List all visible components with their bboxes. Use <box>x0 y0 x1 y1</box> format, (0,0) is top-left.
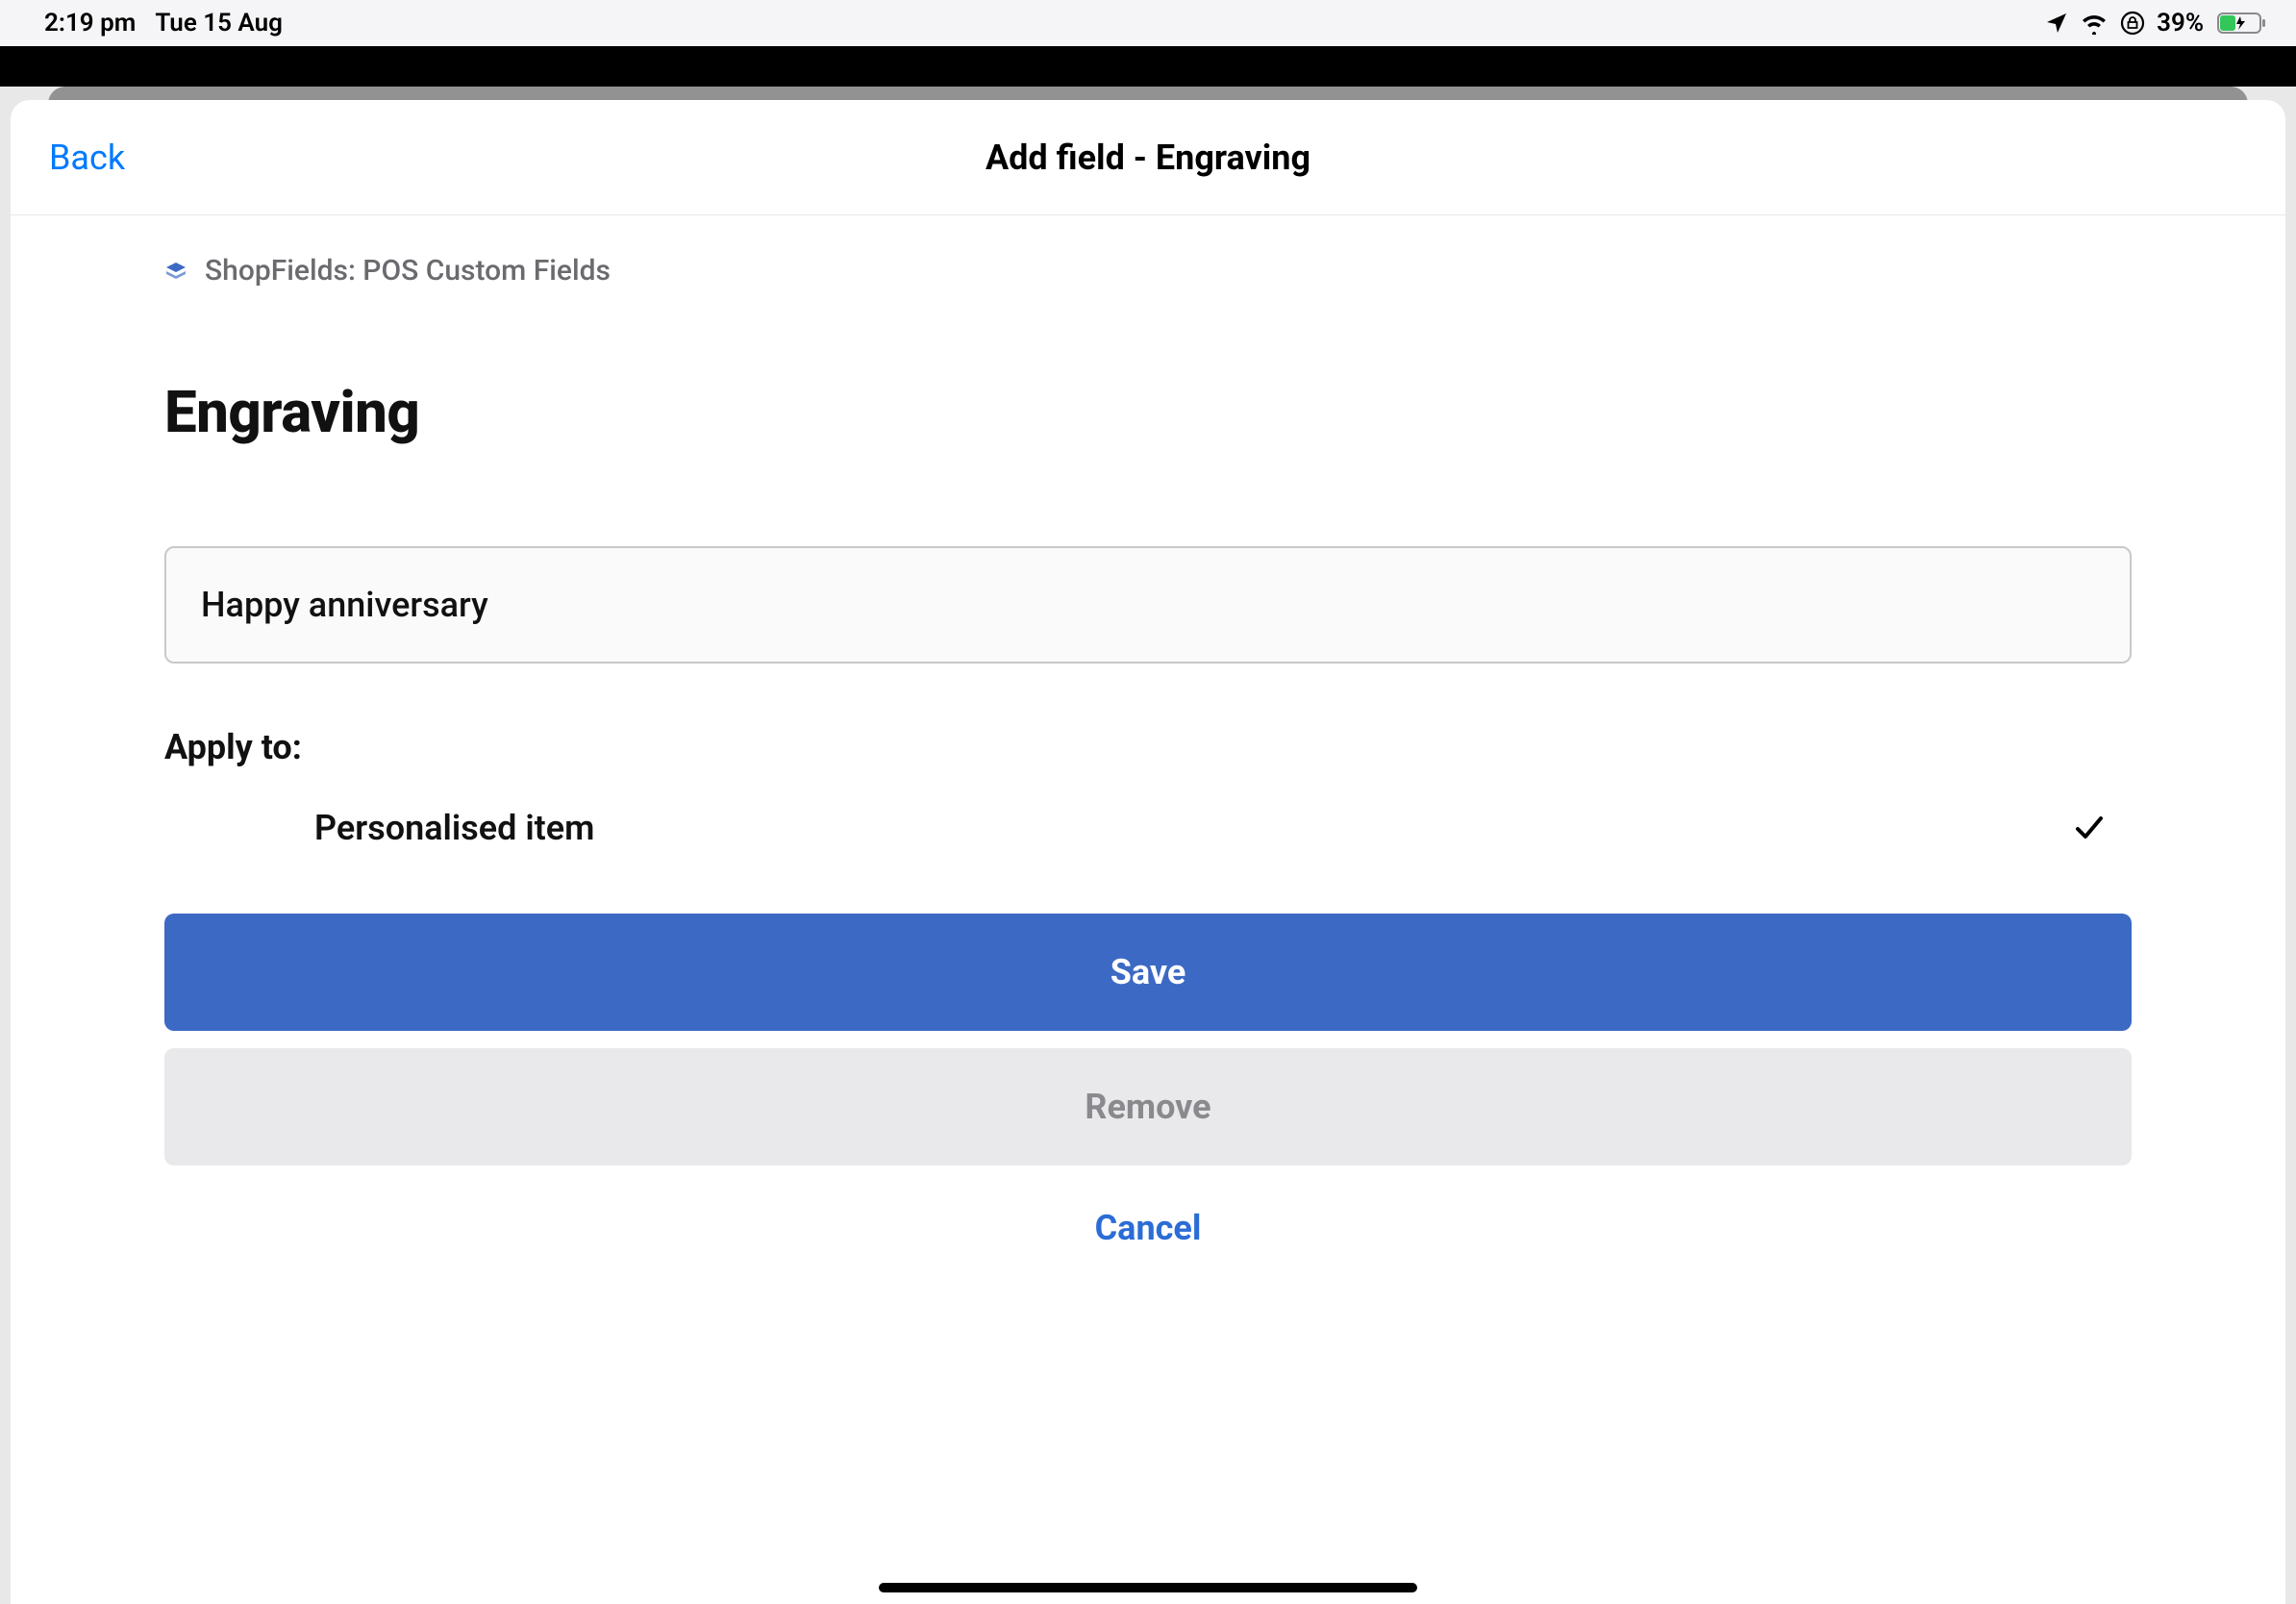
wifi-icon <box>2080 12 2109 35</box>
page-title: Engraving <box>164 378 2132 446</box>
apply-to-label: Apply to: <box>164 727 2132 767</box>
battery-icon <box>2217 11 2267 36</box>
location-icon <box>2045 12 2068 35</box>
orientation-lock-icon <box>2120 11 2145 36</box>
home-indicator[interactable] <box>879 1583 1417 1592</box>
status-time: 2:19 pm <box>44 9 136 38</box>
status-bar: 2:19 pm Tue 15 Aug 39% <box>0 0 2296 46</box>
remove-button[interactable]: Remove <box>164 1048 2132 1165</box>
app-icon <box>164 260 187 283</box>
status-left: 2:19 pm Tue 15 Aug <box>44 9 283 38</box>
background-strip <box>0 46 2296 87</box>
engraving-text-input[interactable] <box>164 546 2132 664</box>
apply-to-item-label: Personalised item <box>314 808 594 848</box>
back-button[interactable]: Back <box>49 138 125 178</box>
modal-nav-bar: Back Add field - Engraving <box>11 100 2285 215</box>
app-name-label: ShopFields: POS Custom Fields <box>205 254 611 288</box>
status-right: 39% <box>2045 9 2267 38</box>
modal-sheet: Back Add field - Engraving ShopFields: P… <box>11 100 2285 1604</box>
save-button[interactable]: Save <box>164 914 2132 1031</box>
status-date: Tue 15 Aug <box>155 9 283 38</box>
battery-percentage: 39% <box>2157 9 2204 38</box>
cancel-button[interactable]: Cancel <box>164 1171 2132 1285</box>
modal-title: Add field - Engraving <box>986 138 1310 178</box>
apply-to-item-row[interactable]: Personalised item <box>164 767 2132 889</box>
checkmark-icon <box>2072 811 2107 845</box>
modal-content: ShopFields: POS Custom Fields Engraving … <box>11 215 2285 1285</box>
breadcrumb: ShopFields: POS Custom Fields <box>164 254 2132 288</box>
